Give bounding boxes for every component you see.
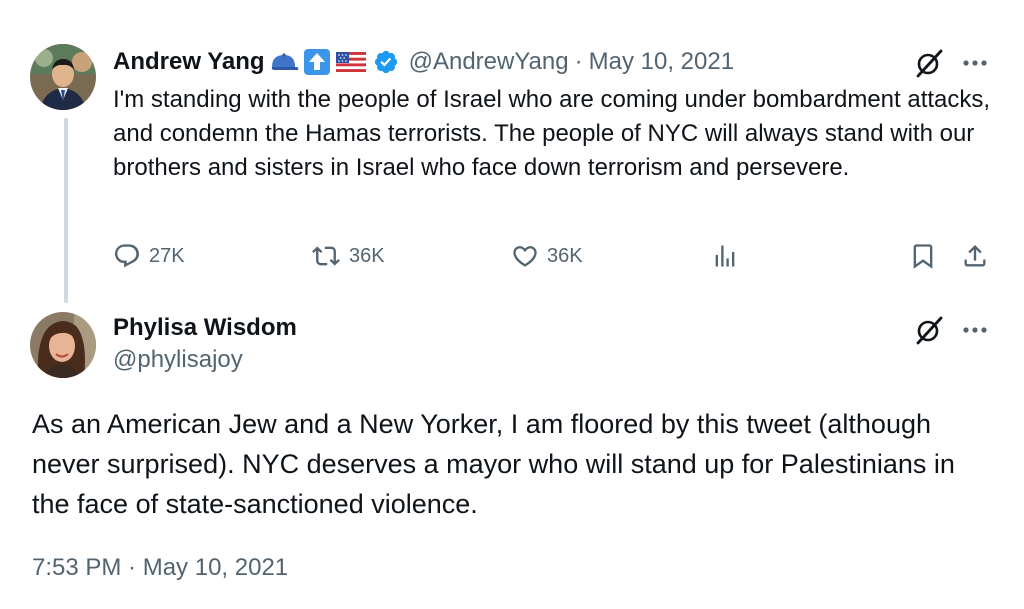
reply-tweet-header: Phylisa Wisdom [113, 311, 297, 345]
views-icon [711, 242, 739, 270]
author-handle[interactable]: @AndrewYang [409, 48, 569, 76]
repost-count: 36K [349, 244, 385, 267]
like-count: 36K [547, 244, 583, 267]
author-name[interactable]: Andrew Yang [113, 48, 265, 76]
separator-dot: · [574, 48, 583, 75]
like-button[interactable]: 36K [511, 236, 583, 276]
reply-tweet-text: As an American Jew and a New Yorker, I a… [32, 409, 955, 519]
views-button[interactable] [711, 236, 739, 276]
grok-icon[interactable] [912, 313, 946, 347]
us-flag-emoji [335, 50, 367, 74]
avatar-andrew-yang[interactable] [30, 44, 96, 110]
more-icon[interactable] [958, 313, 992, 347]
up-arrow-emoji [303, 48, 331, 76]
bookmark-icon [909, 242, 937, 270]
reply-author-name[interactable]: Phylisa Wisdom [113, 314, 297, 342]
tweet-action-bar: 27K 36K 36K [113, 236, 993, 276]
reply-icon [113, 242, 141, 270]
repost-icon [311, 242, 341, 270]
like-icon [511, 242, 539, 270]
bookmark-button[interactable] [909, 236, 937, 276]
thread-connector-line [64, 118, 68, 303]
parent-tweet-header: Andrew Yang @AndrewYang · May 10, 2021 [113, 45, 734, 79]
avatar-phylisa-wisdom[interactable] [30, 312, 96, 378]
reply-timestamp[interactable]: 7:53 PM · May 10, 2021 [32, 554, 288, 582]
reply-author-handle[interactable]: @phylisajoy [113, 346, 243, 374]
reply-button[interactable]: 27K [113, 236, 185, 276]
cap-emoji [269, 50, 299, 74]
parent-tweet-text: I'm standing with the people of Israel w… [113, 86, 991, 181]
share-icon [961, 242, 989, 270]
more-icon[interactable] [958, 46, 992, 80]
grok-icon[interactable] [912, 46, 946, 80]
share-button[interactable] [961, 236, 989, 276]
tweet-date[interactable]: May 10, 2021 [589, 48, 734, 76]
reply-count: 27K [149, 244, 185, 267]
repost-button[interactable]: 36K [311, 236, 385, 276]
verified-badge-icon[interactable] [373, 49, 399, 75]
